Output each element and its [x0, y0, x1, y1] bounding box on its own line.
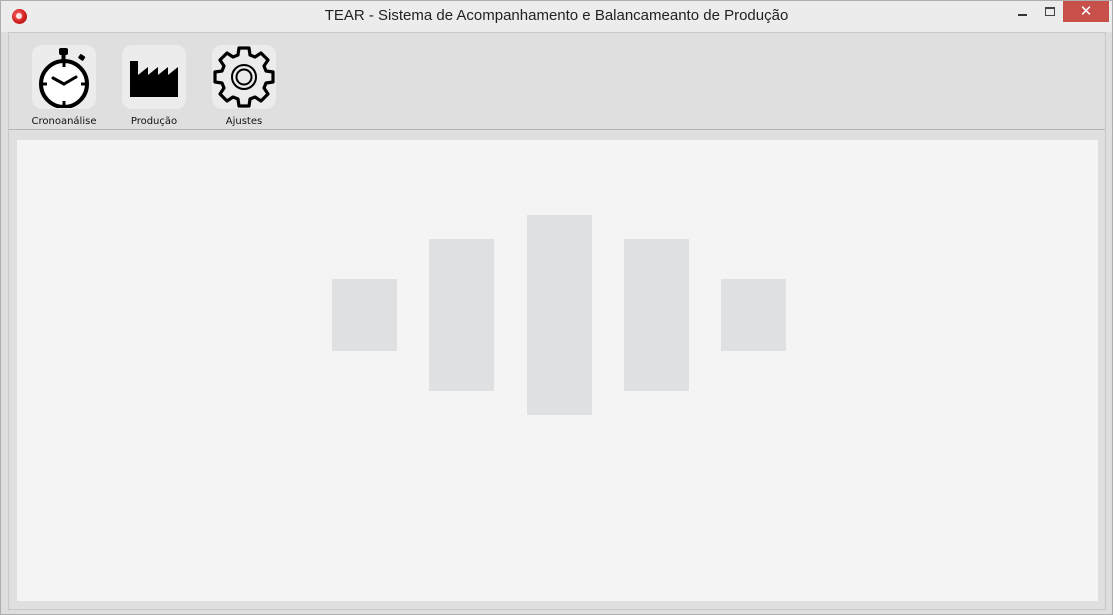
gear-icon: [213, 46, 275, 108]
loading-bar: [721, 279, 786, 351]
cronoanalise-label: Cronoanálise: [31, 116, 97, 127]
loading-bar: [332, 279, 397, 351]
producao-label: Produção: [130, 116, 178, 127]
cronoanalise-tile: [32, 45, 96, 109]
ajustes-tile: [212, 45, 276, 109]
loading-bar: [624, 239, 689, 391]
stopwatch-icon: [39, 48, 89, 108]
cronoanalise-button[interactable]: Cronoanálise: [25, 43, 103, 129]
app-window: TEAR - Sistema de Acompanhamento e Balan…: [0, 0, 1113, 615]
main-frame: Cronoanálise Produção Ajustes: [8, 32, 1106, 610]
minimize-button[interactable]: [1005, 1, 1039, 22]
maximize-button[interactable]: [1037, 1, 1063, 22]
ajustes-button[interactable]: Ajustes: [205, 43, 283, 129]
minimize-icon: [1017, 13, 1027, 16]
loading-bar: [429, 239, 494, 391]
producao-button[interactable]: Produção: [115, 43, 193, 129]
maximize-icon: [1045, 7, 1055, 16]
ajustes-label: Ajustes: [225, 116, 263, 127]
loading-bar: [527, 215, 592, 415]
factory-icon: [130, 61, 178, 97]
close-button[interactable]: ✕: [1063, 1, 1109, 22]
title-bar[interactable]: TEAR - Sistema de Acompanhamento e Balan…: [1, 1, 1112, 32]
toolbar: Cronoanálise Produção Ajustes: [9, 33, 1105, 130]
close-icon: ✕: [1079, 2, 1093, 20]
producao-tile: [122, 45, 186, 109]
window-title: TEAR - Sistema de Acompanhamento e Balan…: [324, 7, 789, 24]
workspace-area: [17, 140, 1098, 601]
